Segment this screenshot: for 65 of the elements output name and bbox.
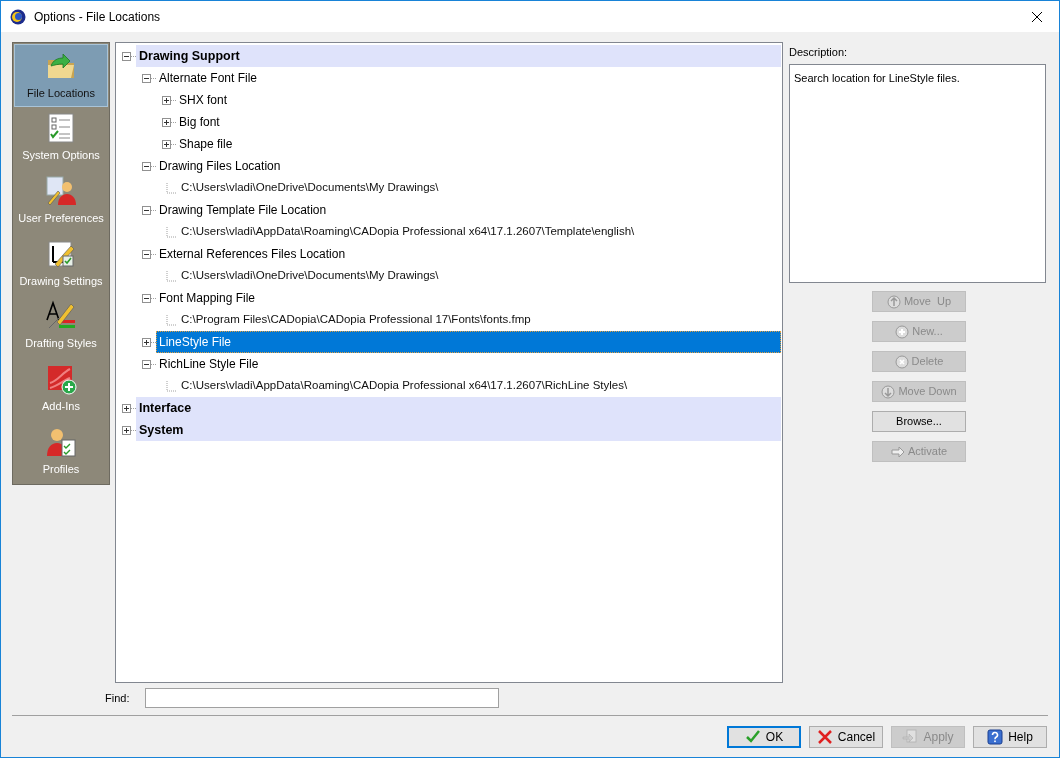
expand-icon[interactable] <box>162 117 171 127</box>
user-pencil-icon <box>45 175 77 208</box>
tree-connector-icon <box>166 314 176 326</box>
expand-icon[interactable] <box>162 139 171 149</box>
app-logo-icon <box>10 8 26 25</box>
delete-icon <box>894 354 909 369</box>
collapse-icon[interactable] <box>122 51 131 61</box>
tree-path[interactable]: C:\Users\vladi\OneDrive\Documents\My Drawings\ <box>178 265 781 287</box>
tree-item[interactable]: Drawing Files Location <box>156 155 781 177</box>
collapse-icon[interactable] <box>142 249 151 259</box>
tree-item[interactable]: Drawing Template File Location <box>156 199 781 221</box>
dialog-button[interactable]: Help <box>973 726 1047 748</box>
help-icon <box>987 729 1004 745</box>
expand-icon[interactable] <box>142 337 151 347</box>
tree-path[interactable]: C:\Users\vladi\OneDrive\Documents\My Drawings\ <box>178 177 781 199</box>
checklist-icon <box>45 112 77 145</box>
down-arrow-icon <box>881 384 896 399</box>
close-icon <box>1032 11 1042 22</box>
right-arrow-icon <box>890 444 905 459</box>
tree-item[interactable]: Shape file <box>176 133 781 155</box>
collapse-icon[interactable] <box>142 359 151 369</box>
expand-icon[interactable] <box>122 425 131 435</box>
window-title: Options - File Locations <box>34 8 161 26</box>
tree-category[interactable]: Interface <box>136 397 781 419</box>
side-button[interactable]: Browse... <box>872 411 966 432</box>
sidebar-item[interactable]: Add-Ins <box>14 357 108 421</box>
tree-connector-icon <box>166 270 176 282</box>
check-icon <box>744 729 761 745</box>
tree-category[interactable]: System <box>136 419 781 441</box>
tree-item[interactable]: External References Files Location <box>156 243 781 265</box>
tree-path[interactable]: C:\Users\vladi\AppData\Roaming\CADopia Professional x64\17.1.2607\RichLine Styles\ <box>178 375 781 397</box>
sidebar-item[interactable]: File Locations <box>14 44 108 107</box>
plus-icon <box>895 324 910 339</box>
dialog-button[interactable]: Cancel <box>809 726 883 748</box>
find-field[interactable] <box>145 688 499 708</box>
tree-item[interactable]: LineStyle File <box>156 331 781 353</box>
collapse-icon[interactable] <box>142 205 151 215</box>
collapse-icon[interactable] <box>142 161 151 171</box>
tree-item[interactable]: SHX font <box>176 89 781 111</box>
dialog-button[interactable]: OK <box>727 726 801 748</box>
collapse-icon[interactable] <box>142 73 151 83</box>
tree-connector-icon <box>166 380 176 392</box>
tree-connector-icon <box>166 182 176 194</box>
tree-category[interactable]: Drawing Support <box>136 45 781 67</box>
tree-item[interactable]: Font Mapping File <box>156 287 781 309</box>
sidebar-item[interactable]: System Options <box>14 106 108 170</box>
tree-path[interactable]: C:\Users\vladi\AppData\Roaming\CADopia Professional x64\17.1.2607\Template\english\ <box>178 221 781 243</box>
collapse-icon[interactable] <box>142 293 151 303</box>
expand-icon[interactable] <box>162 95 171 105</box>
tree-item[interactable]: Big font <box>176 111 781 133</box>
tree-item[interactable]: Alternate Font File <box>156 67 781 89</box>
find-label: Find: <box>105 690 131 706</box>
document-arrow-icon <box>902 729 919 745</box>
close-icon <box>816 729 833 745</box>
sidebar-item[interactable]: User Preferences <box>14 169 108 233</box>
sidebar-item[interactable]: Drawing Settings <box>14 232 108 295</box>
sidebar-item[interactable]: Profiles <box>14 420 108 484</box>
sidebar-item[interactable]: Drafting Styles <box>14 294 108 358</box>
tree-path[interactable]: C:\Program Files\CADopia\CADopia Professional 17\Fonts\fonts.fmp <box>178 309 781 331</box>
description-text: Search location for LineStyle files. <box>794 72 960 84</box>
description-label: Description: <box>789 45 849 60</box>
expand-icon[interactable] <box>122 403 131 413</box>
plugin-add-icon <box>45 363 77 396</box>
tree-item[interactable]: RichLine Style File <box>156 353 781 375</box>
tree-connector-icon <box>166 226 176 238</box>
